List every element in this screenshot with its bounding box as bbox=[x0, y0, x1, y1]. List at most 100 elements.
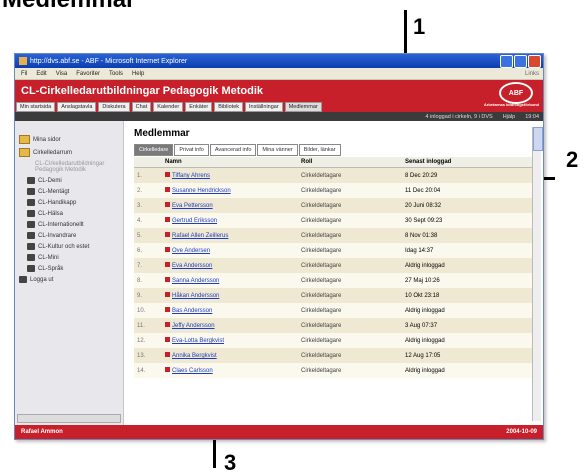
sidebar-item-cl-kultur[interactable]: CL-Kultur och estet bbox=[15, 241, 123, 252]
member-name-cell: Sanna Andersson bbox=[162, 273, 298, 288]
document-icon bbox=[165, 172, 170, 177]
window-titlebar[interactable]: http://dvs.abf.se - ABF - Microsoft Inte… bbox=[15, 54, 543, 68]
table-row: 3. Eva Pettersson Cirkeldeltagare 20 Juni 0… bbox=[134, 198, 532, 213]
nav-diskutera[interactable]: Diskutera bbox=[98, 102, 130, 112]
document-icon bbox=[165, 337, 170, 342]
member-name-cell: Susanne Hendrickson bbox=[162, 183, 298, 198]
sidebar-item-cl-demi[interactable]: CL-Demi bbox=[15, 175, 123, 186]
col-name[interactable]: Namn bbox=[162, 157, 298, 168]
nav-enkater[interactable]: Enkäter bbox=[185, 102, 213, 112]
sidebar-item-cirkelledarrum[interactable]: Cirkelledarrum bbox=[15, 146, 123, 159]
nav-medlemmar[interactable]: Medlemmar bbox=[284, 102, 322, 112]
member-name-link[interactable]: Jeffy Andersson bbox=[172, 323, 215, 329]
role-cell: Cirkeldeltagare bbox=[298, 273, 402, 288]
table-row: 7. Eva Andersson Cirkeldeltagare Aldrig inl… bbox=[134, 258, 532, 273]
abf-logo[interactable]: ABF bbox=[499, 82, 533, 104]
sidebar-item-cl-handikapp[interactable]: CL-Handikapp bbox=[15, 197, 123, 208]
document-icon bbox=[165, 307, 170, 312]
row-number: 2. bbox=[134, 183, 162, 198]
col-last-login[interactable]: Senast inloggad bbox=[402, 157, 532, 168]
content-panel: Medlemmar Cirkelledare Privat info Avanc… bbox=[124, 121, 543, 425]
nav-bibliotek[interactable]: Bibliotek bbox=[214, 102, 244, 112]
member-name-cell: Bas Andersson bbox=[162, 303, 298, 318]
sidebar-item-cl-internationellt[interactable]: CL-Internationellt bbox=[15, 219, 123, 230]
nav-min-startsida[interactable]: Min startsida bbox=[16, 102, 56, 112]
tab-mina-vanner[interactable]: Mina vänner bbox=[257, 144, 298, 156]
sidebar-item-logout[interactable]: Logga ut bbox=[15, 274, 123, 285]
table-row: 5. Rafael Allen Zeillerus Cirkeldeltagare 8… bbox=[134, 228, 532, 243]
maximize-icon[interactable] bbox=[514, 55, 527, 68]
nav-chat[interactable]: Chat bbox=[131, 102, 152, 112]
sidebar-item-cl-main[interactable]: CL-Cirkelledarutbildningar Pedagogik Met… bbox=[15, 159, 123, 175]
member-name-link[interactable]: Ove Andersen bbox=[172, 248, 210, 254]
menu-edit[interactable]: Edit bbox=[36, 71, 46, 77]
last-login-cell: 8 Nov 01:38 bbox=[402, 228, 532, 243]
document-icon bbox=[165, 217, 170, 222]
col-role[interactable]: Roll bbox=[298, 157, 402, 168]
sidebar-item-mina-sidor[interactable]: Mina sidor bbox=[15, 133, 123, 146]
table-row: 6. Ove Andersen Cirkeldeltagare Idag 14:37 bbox=[134, 243, 532, 258]
sidebar-scrollbar[interactable] bbox=[17, 414, 121, 423]
member-name-link[interactable]: Rafael Allen Zeillerus bbox=[172, 233, 228, 239]
members-table: Namn Roll Senast inloggad 1. Tiffany Ahre… bbox=[134, 157, 532, 378]
member-name-link[interactable]: Claes Carlsson bbox=[172, 368, 213, 374]
member-name-link[interactable]: Eva Pettersson bbox=[172, 203, 213, 209]
table-row: 10. Bas Andersson Cirkeldeltagare Aldrig in… bbox=[134, 303, 532, 318]
scrollbar-thumb[interactable] bbox=[533, 127, 543, 151]
menu-bar: Fil Edit Visa Favoriter Tools Help Links bbox=[15, 68, 543, 80]
tab-cirkelledare[interactable]: Cirkelledare bbox=[134, 144, 174, 156]
role-cell: Cirkeldeltagare bbox=[298, 228, 402, 243]
nav-kalender[interactable]: Kalender bbox=[153, 102, 184, 112]
menu-view[interactable]: Visa bbox=[56, 71, 68, 77]
callout-1: 1 bbox=[413, 14, 426, 39]
sidebar-item-cl-sprak[interactable]: CL-Språk bbox=[15, 263, 123, 274]
links-label[interactable]: Links bbox=[525, 71, 539, 77]
table-row: 14. Claes Carlsson Cirkeldeltagare Aldrig i… bbox=[134, 363, 532, 378]
document-icon bbox=[165, 262, 170, 267]
table-row: 9. Håkan Andersson Cirkeldeltagare 10 Okt 2… bbox=[134, 288, 532, 303]
last-login-cell: 27 Maj 10:26 bbox=[402, 273, 532, 288]
member-name-link[interactable]: Håkan Andersson bbox=[172, 293, 219, 299]
main-area: Mina sidor Cirkelledarrum CL-Cirkelledar… bbox=[15, 121, 543, 425]
member-name-link[interactable]: Gertrud Eriksson bbox=[172, 218, 217, 224]
menu-favorites[interactable]: Favoriter bbox=[76, 71, 100, 77]
menu-tools[interactable]: Tools bbox=[109, 71, 123, 77]
abf-logo-subtitle: Arbetarnas bildningsförbund bbox=[483, 102, 539, 107]
tab-avancerad-info[interactable]: Avancerad info bbox=[209, 144, 257, 156]
close-icon[interactable] bbox=[528, 55, 541, 68]
member-name-link[interactable]: Sanna Andersson bbox=[172, 278, 219, 284]
table-row: 13. Annika Bergkvist Cirkeldeltagare 12 Aug… bbox=[134, 348, 532, 363]
sidebar-item-cl-mini[interactable]: CL-Mini bbox=[15, 252, 123, 263]
nav-anslagstavla[interactable]: Anslagstavla bbox=[57, 102, 97, 112]
role-cell: Cirkeldeltagare bbox=[298, 363, 402, 378]
row-number: 4. bbox=[134, 213, 162, 228]
row-number: 1. bbox=[134, 167, 162, 183]
sidebar-item-cl-halsa[interactable]: CL-Hälsa bbox=[15, 208, 123, 219]
member-name-cell: Rafael Allen Zeillerus bbox=[162, 228, 298, 243]
member-name-link[interactable]: Susanne Hendrickson bbox=[172, 188, 231, 194]
member-name-link[interactable]: Tiffany Ahrens bbox=[172, 173, 210, 179]
callout-3: 3 bbox=[224, 450, 237, 475]
footer-date: 2004-10-09 bbox=[506, 429, 537, 435]
member-name-link[interactable]: Eva Andersson bbox=[172, 263, 212, 269]
nav-installningar[interactable]: Inställningar bbox=[245, 102, 283, 112]
menu-help[interactable]: Help bbox=[132, 71, 144, 77]
content-scrollbar[interactable] bbox=[532, 127, 543, 421]
role-cell: Cirkeldeltagare bbox=[298, 348, 402, 363]
sidebar-item-cl-mentagt[interactable]: CL-Mentägt bbox=[15, 186, 123, 197]
help-link[interactable]: Hjälp bbox=[503, 114, 516, 120]
member-name-link[interactable]: Eva-Lotta Bergkvist bbox=[172, 338, 224, 344]
tab-privat-info[interactable]: Privat info bbox=[174, 144, 209, 156]
member-name-link[interactable]: Annika Bergkvist bbox=[172, 353, 217, 359]
tab-bilder-lankar[interactable]: Bilder, länkar bbox=[298, 144, 341, 156]
menu-file[interactable]: Fil bbox=[21, 71, 27, 77]
member-name-cell: Claes Carlsson bbox=[162, 363, 298, 378]
online-count: 4 inloggad i cirkeln, 9 i DVS bbox=[425, 113, 493, 120]
role-cell: Cirkeldeltagare bbox=[298, 288, 402, 303]
member-name-link[interactable]: Bas Andersson bbox=[172, 308, 212, 314]
group-icon bbox=[27, 265, 35, 272]
minimize-icon[interactable] bbox=[500, 55, 513, 68]
group-icon bbox=[27, 232, 35, 239]
sidebar-item-cl-invandrare[interactable]: CL-Invandrare bbox=[15, 230, 123, 241]
document-icon bbox=[165, 352, 170, 357]
